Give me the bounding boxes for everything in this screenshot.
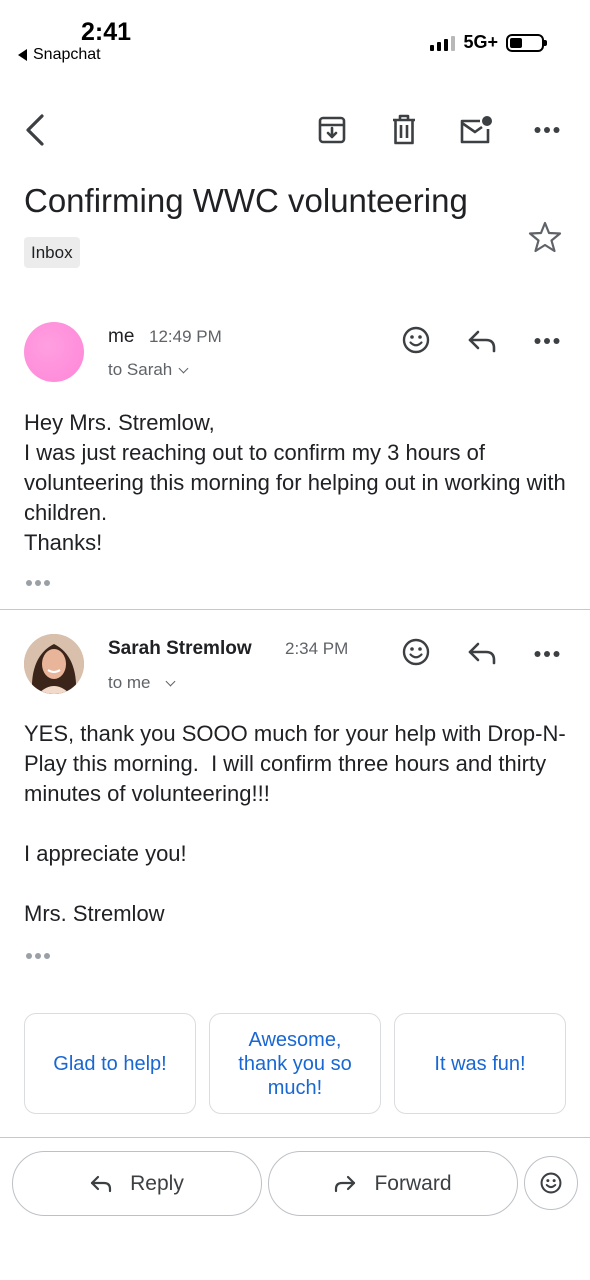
recipient-text: to me: [108, 673, 151, 692]
emoji-icon: [402, 638, 430, 666]
back-triangle-icon: [18, 49, 27, 61]
mark-unread-button[interactable]: [458, 114, 494, 146]
more-options-button[interactable]: [533, 120, 561, 140]
back-button[interactable]: [18, 112, 52, 148]
back-to-app-link[interactable]: Snapchat: [18, 46, 101, 64]
inbox-label[interactable]: Inbox: [24, 237, 80, 268]
recipient-line[interactable]: to Sarah: [108, 360, 189, 380]
divider: [0, 1137, 590, 1138]
react-emoji-button[interactable]: [402, 326, 430, 354]
message-time: 12:49 PM: [149, 327, 222, 346]
reply-button[interactable]: [466, 640, 498, 666]
battery-icon: [506, 33, 547, 52]
smart-reply-button[interactable]: It was fun!: [394, 1013, 566, 1114]
reply-action-button[interactable]: Reply: [12, 1151, 262, 1216]
status-time: 2:41: [81, 18, 132, 46]
react-emoji-button[interactable]: [402, 638, 430, 666]
message-time: 2:34 PM: [285, 639, 349, 658]
more-icon: [534, 651, 560, 657]
archive-icon: [318, 116, 346, 144]
message-body-text: YES, thank you SOOO much for your help w…: [24, 721, 566, 926]
email-subject: Confirming WWC volunteering: [24, 182, 468, 219]
sender-name: Sarah Stremlow: [108, 638, 252, 659]
sender-name: me: [108, 326, 135, 347]
emoji-icon: [540, 1172, 562, 1194]
message-more-button[interactable]: [533, 335, 561, 347]
back-app-label: Snapchat: [33, 46, 101, 63]
recipient-text: to Sarah: [108, 360, 173, 379]
message-body-text: Hey Mrs. Stremlow, I was just reaching o…: [24, 410, 566, 555]
forward-action-button[interactable]: Forward: [268, 1151, 518, 1216]
divider: [0, 609, 590, 610]
forward-label: Forward: [374, 1171, 452, 1195]
trash-icon: [393, 114, 415, 145]
reply-icon: [91, 1175, 112, 1192]
archive-button[interactable]: [316, 114, 348, 146]
star-icon: [528, 221, 562, 253]
avatar[interactable]: [24, 322, 84, 382]
reply-label: Reply: [130, 1171, 184, 1195]
network-type: 5G+: [463, 32, 498, 52]
signal-icon: [430, 35, 456, 51]
message-body: Hey Mrs. Stremlow, I was just reaching o…: [24, 408, 569, 558]
back-arrow-icon: [26, 114, 44, 146]
message-more-button[interactable]: [533, 648, 561, 660]
reply-button[interactable]: [466, 328, 498, 354]
delete-button[interactable]: [389, 113, 419, 147]
more-icon: [534, 338, 560, 344]
message-body: YES, thank you SOOO much for your help w…: [24, 719, 569, 929]
more-icon: [534, 127, 560, 133]
avatar-photo: [24, 634, 84, 694]
star-button[interactable]: [528, 221, 562, 258]
emoji-icon: [402, 326, 430, 354]
emoji-reaction-button[interactable]: [524, 1156, 578, 1210]
forward-icon: [335, 1175, 356, 1192]
reply-icon: [468, 642, 496, 665]
show-trimmed-content-button[interactable]: [26, 580, 50, 586]
smart-reply-button[interactable]: Awesome, thank you so much!: [209, 1013, 381, 1114]
status-indicators: 5G+: [430, 32, 547, 53]
avatar[interactable]: [24, 634, 84, 694]
reply-icon: [468, 330, 496, 353]
chevron-down-icon: [178, 363, 189, 373]
mark-unread-icon: [460, 116, 492, 144]
show-trimmed-content-button[interactable]: [26, 953, 50, 959]
chevron-down-icon: [165, 676, 175, 686]
recipient-line[interactable]: to me: [108, 673, 175, 693]
smart-reply-button[interactable]: Glad to help!: [24, 1013, 196, 1114]
